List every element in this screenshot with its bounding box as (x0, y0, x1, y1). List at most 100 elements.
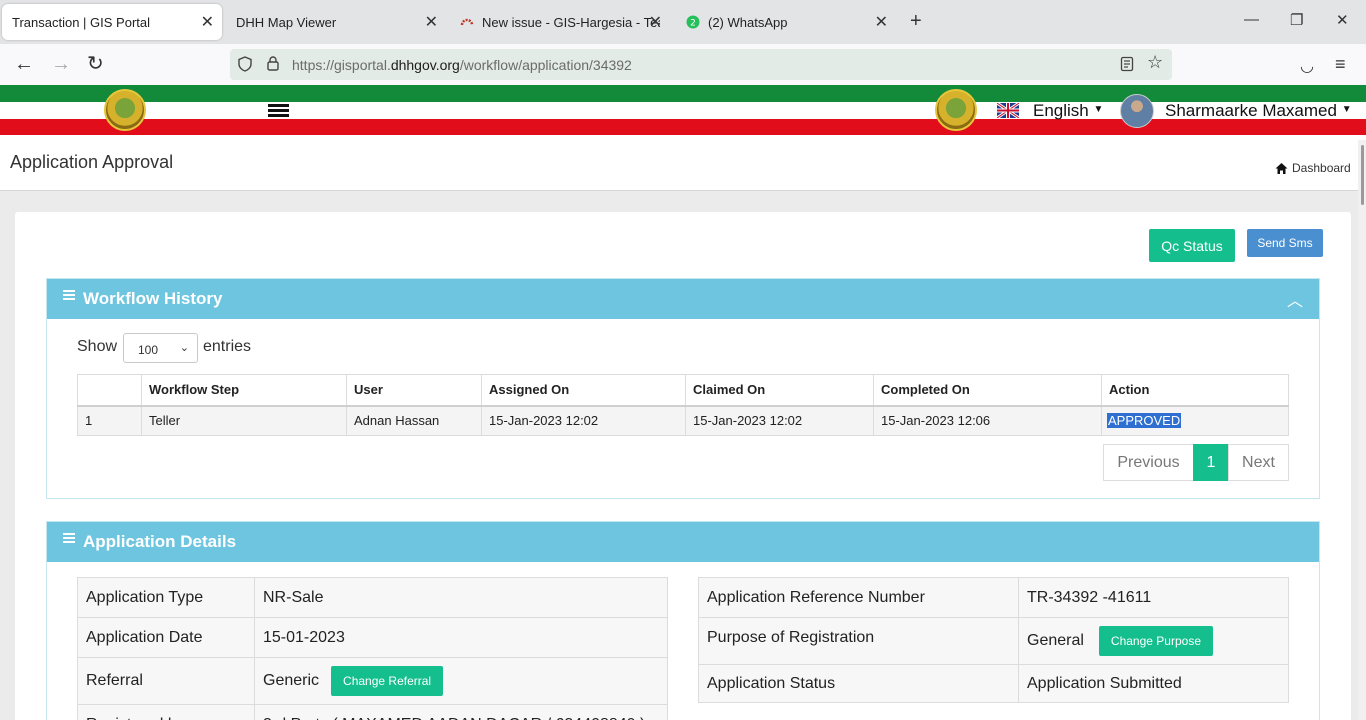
detail-row-reference-number: Application Reference Number TR-34392 -4… (698, 577, 1289, 618)
window-close-icon[interactable]: ✕ (1336, 11, 1349, 29)
tab-new-issue[interactable]: New issue - GIS-Hargesia - Team ✕ (450, 4, 670, 40)
panel-title: Application Details (83, 532, 237, 551)
hamburger-menu-icon[interactable] (268, 104, 289, 118)
tab-dhh-map-viewer[interactable]: DHH Map Viewer ✕ (226, 4, 446, 40)
detail-value: NR-Sale (254, 577, 668, 618)
pagination-next[interactable]: Next (1228, 444, 1289, 481)
application-details-header[interactable]: Application Details (47, 522, 1319, 562)
action-status-text: APPROVED (1107, 413, 1182, 429)
whatsapp-badge: 2 (690, 19, 696, 29)
chevron-up-icon[interactable]: ︿ (1287, 287, 1303, 311)
detail-label: Application Reference Number (698, 577, 1019, 618)
reader-view-icon[interactable] (1120, 56, 1134, 72)
cell-completed-on: 15-Jan-2023 12:06 (873, 405, 1102, 436)
tab-title: DHH Map Viewer (236, 14, 337, 30)
detail-value: General (1027, 632, 1084, 650)
caret-down-icon: ▼ (1093, 104, 1104, 115)
page-scrollbar[interactable] (1358, 140, 1366, 720)
cell-index: 1 (77, 405, 142, 436)
col-index[interactable] (77, 374, 142, 407)
whatsapp-icon: 2 (686, 15, 700, 29)
qc-status-button[interactable]: Qc Status (1149, 229, 1235, 262)
page-title: Application Approval (10, 152, 174, 172)
app-menu-icon[interactable]: ≡ (1335, 53, 1346, 75)
scrollbar-thumb[interactable] (1361, 145, 1364, 205)
panel-title: Workflow History (83, 289, 223, 308)
cell-user: Adnan Hassan (346, 405, 482, 436)
entries-select[interactable]: 100 ⌄ (123, 333, 198, 363)
tab-whatsapp[interactable]: 2 (2) WhatsApp ✕ (676, 4, 896, 40)
col-user[interactable]: User (346, 374, 482, 407)
bookmark-star-icon[interactable]: ☆ (1147, 52, 1163, 73)
home-icon (1275, 162, 1288, 174)
col-action[interactable]: Action (1101, 374, 1289, 407)
detail-row-registered-by: Registered by 3rd Party ( MAXAMED AADAN … (77, 704, 668, 720)
cell-action: APPROVED (1101, 405, 1289, 436)
new-tab-plus-icon[interactable]: + (910, 10, 922, 33)
list-icon (63, 533, 75, 545)
close-tab-icon[interactable]: ✕ (425, 12, 438, 32)
shield-icon[interactable] (237, 56, 253, 72)
chevron-down-icon: ⌄ (179, 342, 189, 354)
detail-label: Purpose of Registration (698, 617, 1019, 665)
language-dropdown[interactable]: English ▼ (1033, 101, 1103, 121)
header-stripe-red (0, 119, 1366, 135)
entries-label: entries (203, 338, 252, 355)
user-menu[interactable]: Sharmaarke Maxamed ▼ (1165, 101, 1352, 121)
back-arrow-icon[interactable]: ← (14, 53, 34, 75)
detail-label: Application Date (77, 617, 255, 658)
pocket-icon[interactable]: ◡ (1300, 56, 1314, 78)
detail-label: Application Type (77, 577, 255, 618)
detail-value: Application Submitted (1018, 664, 1289, 703)
detail-value: Generic (263, 672, 320, 690)
detail-row-purpose: Purpose of Registration General Change Pu… (698, 617, 1289, 665)
pagination-page-1[interactable]: 1 (1193, 444, 1229, 481)
cell-assigned-on: 15-Jan-2023 12:02 (481, 405, 686, 436)
detail-row-application-date: Application Date 15-01-2023 (77, 617, 668, 658)
detail-row-application-status: Application Status Application Submitted (698, 664, 1289, 703)
detail-row-referral: Referral Generic Change Referral (77, 657, 668, 705)
change-referral-button[interactable]: Change Referral (331, 666, 444, 696)
change-purpose-button[interactable]: Change Purpose (1098, 626, 1213, 656)
show-label: Show (77, 338, 118, 355)
reload-icon[interactable]: ↻ (87, 53, 104, 75)
tab-title: Transaction | GIS Portal (12, 14, 151, 30)
workflow-table: Workflow Step User Assigned On Claimed O… (77, 374, 1289, 436)
pagination-previous[interactable]: Previous (1103, 444, 1194, 481)
tab-gis-portal[interactable]: Transaction | GIS Portal ✕ (2, 4, 222, 40)
restore-icon[interactable]: ❐ (1290, 11, 1303, 29)
col-assigned-on[interactable]: Assigned On (481, 374, 686, 407)
col-completed-on[interactable]: Completed On (873, 374, 1102, 407)
browser-tab-strip: Transaction | GIS Portal ✕ DHH Map Viewe… (0, 0, 1366, 44)
header-stripe-green (0, 85, 1366, 102)
detail-value-cell: Generic Change Referral (254, 657, 668, 705)
col-claimed-on[interactable]: Claimed On (685, 374, 874, 407)
close-tab-icon[interactable]: ✕ (875, 12, 888, 32)
emblem-logo-icon[interactable] (104, 89, 146, 131)
url-text[interactable]: https://gisportal.dhhgov.org/workflow/ap… (292, 57, 632, 73)
details-left-table: Application Type NR-Sale Application Dat… (77, 577, 668, 720)
table-row: 1 Teller Adnan Hassan 15-Jan-2023 12:02 … (77, 405, 1289, 436)
uk-flag-icon (997, 103, 1019, 118)
minimize-icon[interactable]: — (1244, 11, 1259, 28)
avatar[interactable] (1120, 94, 1154, 128)
col-workflow-step[interactable]: Workflow Step (141, 374, 347, 407)
lock-icon[interactable] (266, 55, 280, 72)
tab-title: New issue - GIS-Hargesia - Team (482, 14, 660, 30)
detail-value: TR-34392 -41611 (1018, 577, 1289, 618)
forward-arrow-icon[interactable]: → (51, 53, 71, 75)
cell-claimed-on: 15-Jan-2023 12:02 (685, 405, 874, 436)
close-tab-icon[interactable]: ✕ (649, 12, 662, 32)
close-tab-icon[interactable]: ✕ (201, 12, 214, 32)
detail-value-cell: General Change Purpose (1018, 617, 1289, 665)
gitlab-icon (460, 18, 474, 26)
caret-down-icon: ▼ (1341, 104, 1352, 115)
breadcrumb-label: Dashboard (1292, 161, 1351, 175)
details-right-table: Application Reference Number TR-34392 -4… (698, 577, 1289, 703)
breadcrumb-dashboard[interactable]: Dashboard (1275, 161, 1351, 175)
detail-label: Registered by (77, 704, 255, 720)
cell-workflow-step: Teller (141, 405, 347, 436)
workflow-history-header[interactable]: Workflow History ︿ (47, 279, 1319, 319)
table-header-row: Workflow Step User Assigned On Claimed O… (77, 374, 1289, 407)
send-sms-button[interactable]: Send Sms (1247, 229, 1323, 257)
